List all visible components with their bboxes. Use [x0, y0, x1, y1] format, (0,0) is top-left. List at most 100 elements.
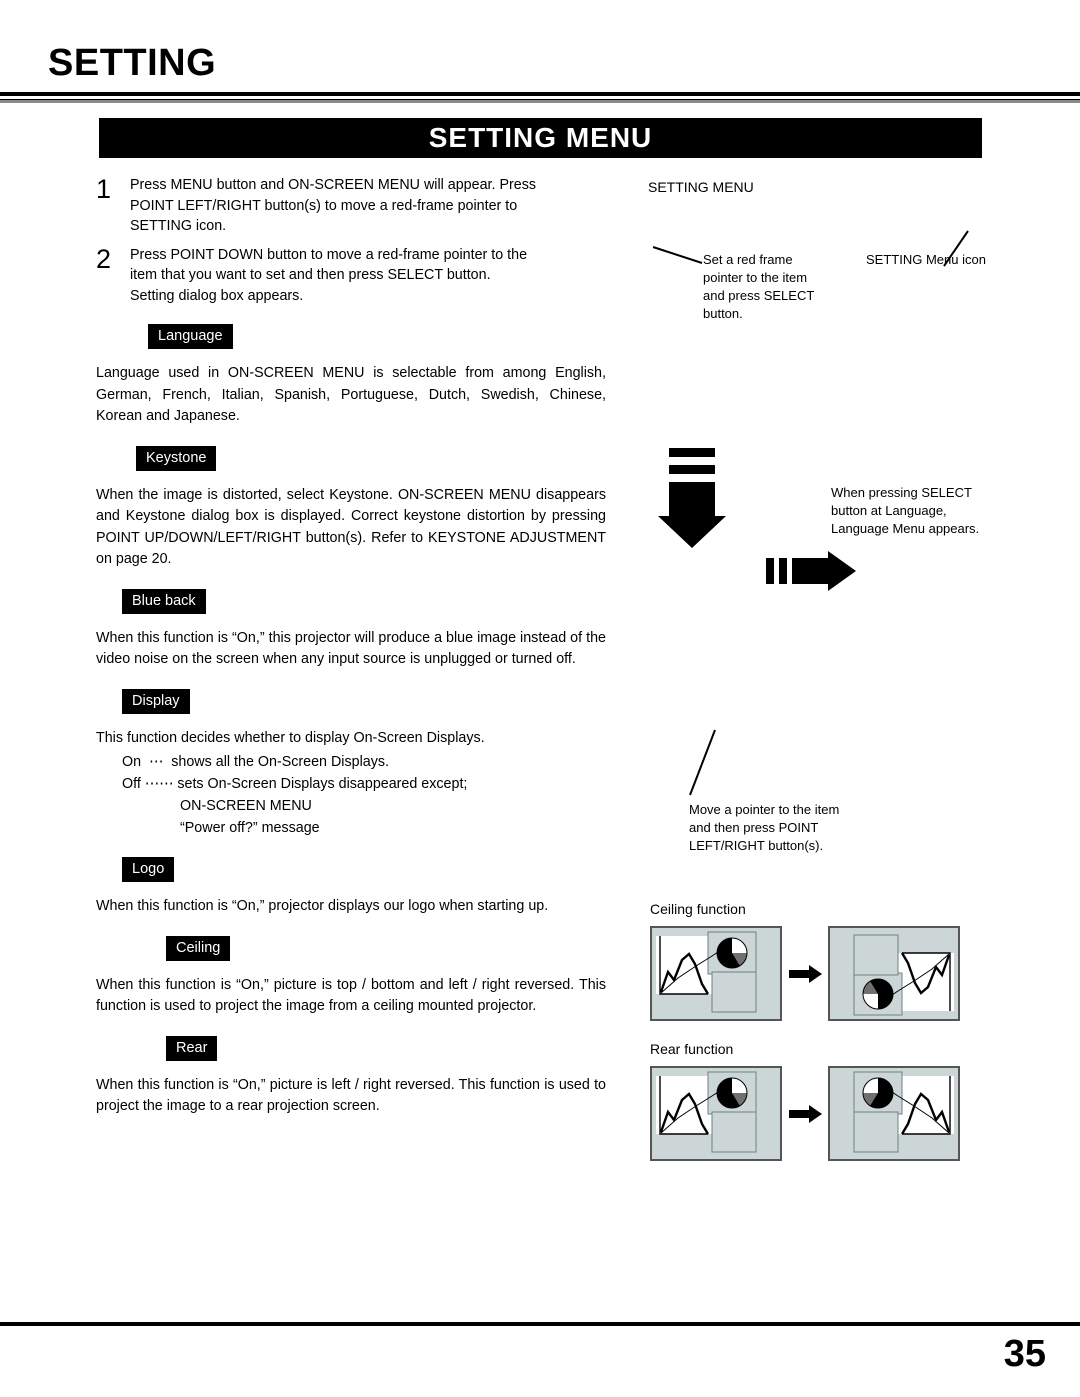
ceiling-diagram-row	[650, 926, 960, 1021]
rear-function-caption: Rear function	[650, 1041, 734, 1057]
callout-red-frame-pointer: Set a red frame pointer to the item and …	[703, 251, 814, 323]
arrow-head	[808, 1104, 822, 1123]
callout-move-pointer: Move a pointer to the item and then pres…	[689, 801, 839, 855]
section-tag-logo: Logo	[122, 857, 175, 882]
display-options-list: On ⋯ shows all the On-Screen Displays. O…	[96, 751, 606, 839]
step-line: Press POINT DOWN button to move a red-fr…	[130, 246, 528, 263]
section-tag-ceiling: Ceiling	[166, 935, 231, 961]
body-line: When this function is “On,” picture is l…	[96, 1076, 486, 1093]
right-arrow-icon	[766, 551, 866, 591]
step-line: Setting dialog box appears.	[130, 287, 304, 304]
body-line: unplugged or turned off.	[424, 651, 576, 667]
right-menu-heading: SETTING MENU	[648, 179, 754, 195]
rear-transform-arrow-icon	[782, 1104, 828, 1123]
section-body-rear: When this function is “On,” picture is l…	[96, 1075, 606, 1118]
body-line: When the image is distorted, select Keys…	[96, 486, 531, 503]
step-line: SETTING icon.	[130, 218, 227, 234]
step-item: 2 Press POINT DOWN button to move a red-…	[96, 245, 606, 307]
instructions-column: 1 Press MENU button and ON-SCREEN MENU w…	[96, 175, 606, 1118]
down-arrow-icon	[658, 448, 726, 548]
rear-screen-after	[828, 1066, 960, 1161]
step-text: Press MENU button and ON-SCREEN MENU wil…	[130, 175, 606, 237]
right-arrow-dash-2	[779, 558, 787, 584]
body-line: When this function is “On,” projector di…	[96, 898, 525, 914]
display-option-on: On ⋯ shows all the On-Screen Displays.	[122, 754, 389, 770]
callout-line: and then press POINT	[689, 820, 819, 835]
section-tag-blue-back: Blue back	[122, 588, 206, 614]
callout-line: pointer to the item	[703, 270, 808, 285]
body-line: When this function is “On,” this project…	[96, 629, 517, 646]
down-arrow-bar-mid	[669, 465, 715, 474]
down-arrow-head	[658, 516, 726, 548]
section-tag-keystone: Keystone	[136, 445, 217, 471]
footer-rule	[0, 1322, 1080, 1326]
leader-line-move-pointer	[689, 729, 716, 796]
arrow-stem	[788, 969, 809, 978]
callout-line: Move a pointer to the item	[689, 802, 840, 817]
setting-menu-banner: SETTING MENU	[99, 118, 982, 158]
callout-line: button.	[703, 306, 743, 321]
ceiling-transform-arrow-icon	[782, 964, 828, 983]
section-body-ceiling: When this function is “On,” picture is t…	[96, 975, 606, 1018]
section-tag-language: Language	[148, 324, 233, 349]
ceiling-function-caption: Ceiling function	[650, 901, 746, 917]
body-line: This function decides whether to display…	[96, 729, 485, 746]
callout-line: SETTING Menu icon	[866, 252, 986, 267]
body-line: Language used in ON-SCREEN MENU is selec…	[96, 365, 547, 381]
section-tag-row-display: Display	[96, 688, 606, 714]
step-item: 1 Press MENU button and ON-SCREEN MENU w…	[96, 175, 606, 237]
page-number: 35	[1003, 1333, 1046, 1375]
step-number: 2	[96, 243, 112, 274]
section-tag-row-ceiling: Ceiling	[96, 935, 606, 961]
step-line: Press MENU button and ON-SCREEN MENU wil…	[130, 177, 537, 193]
callout-line: Set a red frame	[703, 252, 793, 267]
page-title: SETTING	[48, 42, 217, 84]
section-tag-display: Display	[122, 688, 190, 714]
callout-line: When pressing SELECT	[831, 485, 972, 500]
callout-line: Language Menu appears.	[831, 521, 980, 536]
section-body-logo: When this function is “On,” projector di…	[96, 896, 606, 918]
section-body-blue-back: When this function is “On,” this project…	[96, 628, 606, 671]
rear-diagram-row	[650, 1066, 960, 1161]
ceiling-screen-before	[650, 926, 782, 1021]
arrow-stem	[788, 1109, 809, 1118]
ceiling-screen-after	[828, 926, 960, 1021]
section-tag-row-logo: Logo	[96, 857, 606, 882]
banner-label: SETTING MENU	[428, 122, 653, 153]
body-line: mounted projector.	[417, 998, 537, 1014]
right-arrow-dash-1	[766, 558, 774, 584]
step-line: POINT LEFT/RIGHT button(s) to move a red…	[130, 197, 518, 214]
section-tag-row-blue-back: Blue back	[96, 588, 606, 614]
callout-line: LEFT/RIGHT button(s).	[689, 838, 824, 853]
display-option-exception-menu: ON-SCREEN MENU	[180, 798, 312, 814]
display-option-off: Off ⋯⋯ sets On-Screen Displays disappear…	[122, 776, 468, 792]
ceiling-function-diagram: Ceiling function	[650, 900, 960, 1021]
section-tag-row-keystone: Keystone	[96, 445, 606, 471]
step-text: Press POINT DOWN button to move a red-fr…	[130, 245, 606, 307]
callout-line: and press SELECT	[703, 288, 815, 303]
section-body-language: Language used in ON-SCREEN MENU is selec…	[96, 363, 606, 428]
section-body-display: This function decides whether to display…	[96, 728, 606, 750]
right-arrow-stem	[792, 558, 829, 584]
callout-line: button at Language,	[831, 503, 947, 518]
rear-screen-before	[650, 1066, 782, 1161]
section-body-keystone: When the image is distorted, select Keys…	[96, 485, 606, 571]
display-option-exception-power: “Power off?” message	[180, 820, 320, 836]
leader-line-red-frame	[652, 246, 703, 264]
rear-function-diagram: Rear function	[650, 1040, 960, 1161]
step-number: 1	[96, 174, 112, 204]
section-tag-rear: Rear	[166, 1035, 218, 1061]
body-line: When this function is “On,” picture is t…	[96, 976, 510, 993]
down-arrow-stem	[669, 482, 715, 518]
section-tag-row-language: Language	[96, 324, 606, 349]
header-rule-secondary	[0, 99, 1080, 103]
step-line: item that you want to set and then press…	[130, 267, 491, 283]
callout-select-language: When pressing SELECT button at Language,…	[831, 484, 979, 538]
header-rule-primary	[0, 92, 1080, 96]
right-arrow-head	[828, 551, 856, 591]
body-line: up.	[528, 898, 549, 914]
section-tag-row-rear: Rear	[96, 1035, 606, 1061]
arrow-head	[808, 964, 822, 983]
down-arrow-bar-top	[669, 448, 715, 457]
callout-setting-menu-icon: SETTING Menu icon	[866, 251, 986, 269]
